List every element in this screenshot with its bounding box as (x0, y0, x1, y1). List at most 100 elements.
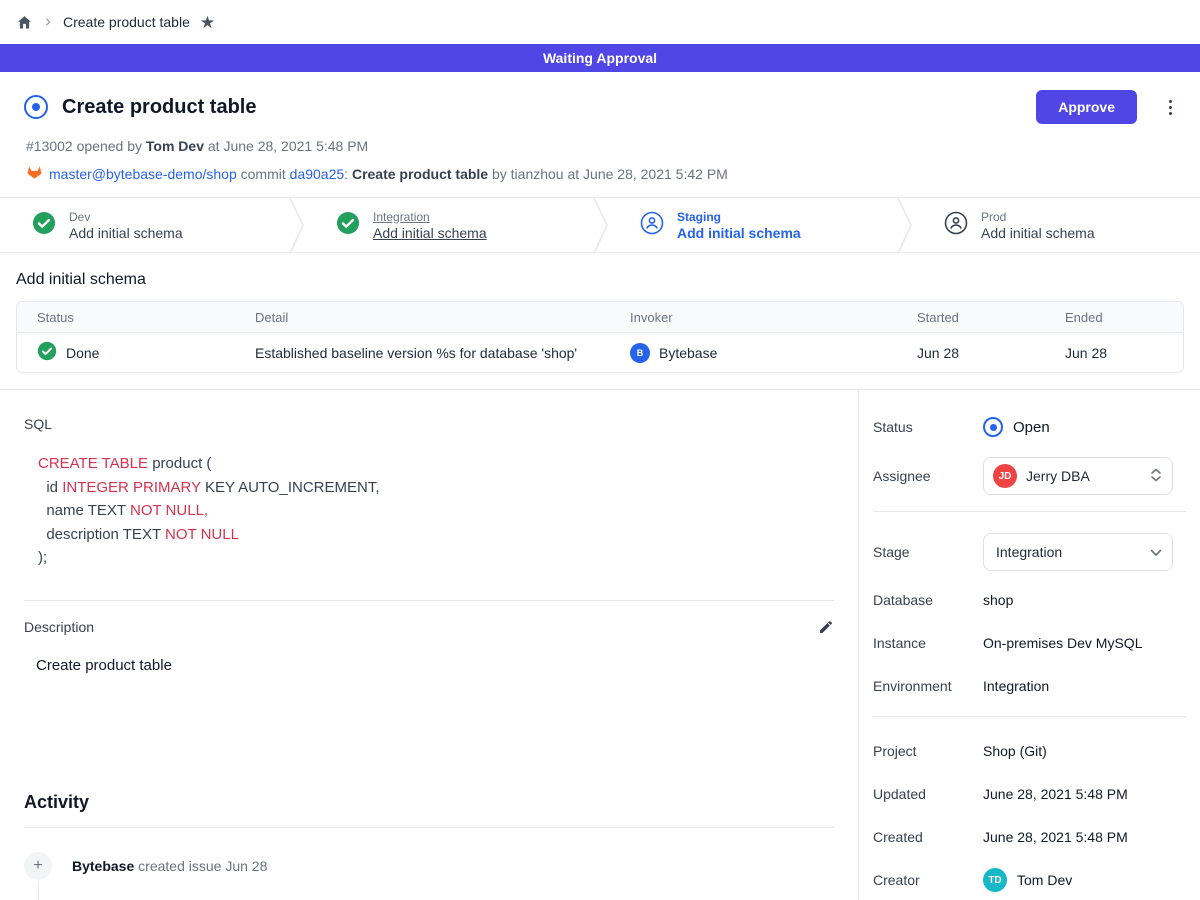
activity-heading: Activity (24, 792, 834, 813)
assignee-select[interactable]: JD Jerry DBA (983, 457, 1173, 495)
col-header-detail: Detail (235, 310, 610, 325)
breadcrumb: Create product table ★ (0, 0, 1200, 44)
edit-pencil-icon[interactable] (818, 619, 834, 635)
approve-button[interactable]: Approve (1036, 90, 1137, 124)
kebab-menu-icon[interactable] (1165, 96, 1176, 119)
stage-task-label: Add initial schema (677, 225, 801, 241)
status-value: Open (1013, 419, 1050, 436)
stage-value: Integration (993, 544, 1141, 560)
issue-meta-prefix: #13002 opened by (26, 138, 142, 154)
project-label: Project (873, 743, 983, 759)
commit-line: master@bytebase-demo/shop commit da90a25… (26, 164, 1176, 183)
plus-icon: + (24, 852, 52, 880)
task-section: Add initial schema Status Detail Invoker… (0, 253, 1200, 390)
assignee-label: Assignee (873, 468, 983, 484)
database-value[interactable]: shop (983, 592, 1186, 608)
approval-banner-text: Waiting Approval (543, 50, 657, 66)
issue-meta-suffix: at June 28, 2021 5:48 PM (208, 138, 368, 154)
stage-env-label: Staging (677, 210, 801, 224)
up-down-chevron-icon (1150, 468, 1162, 485)
pipeline-stage-prod[interactable]: Prod Add initial schema (914, 198, 1200, 252)
task-table: Status Detail Invoker Started Ended Done… (16, 301, 1184, 373)
commit-hash-link[interactable]: da90a25 (290, 166, 345, 182)
approval-banner: Waiting Approval (0, 44, 1200, 72)
main-content: SQL CREATE TABLE product ( id INTEGER PR… (0, 390, 858, 900)
stage-env-label: Prod (981, 210, 1095, 224)
status-open-radio-icon (983, 417, 1003, 437)
description-label: Description (24, 619, 94, 635)
pipeline-stage-integration[interactable]: Integration Add initial schema (306, 198, 592, 252)
home-icon[interactable] (16, 14, 33, 31)
col-header-invoker: Invoker (610, 310, 897, 325)
activity-author: Bytebase (72, 858, 134, 874)
stage-separator (288, 198, 306, 252)
task-invoker: Bytebase (659, 345, 717, 361)
issue-open-status-icon (24, 95, 48, 119)
creator-avatar: TD (983, 868, 1007, 892)
stage-task-label: Add initial schema (69, 225, 183, 241)
environment-value[interactable]: Integration (983, 678, 1186, 694)
updated-value: June 28, 2021 5:48 PM (983, 786, 1186, 802)
sidebar-divider (873, 716, 1186, 717)
section-divider (24, 600, 834, 601)
created-value: June 28, 2021 5:48 PM (983, 829, 1186, 845)
commit-suffix: by tianzhou at June 28, 2021 5:42 PM (492, 166, 728, 182)
stage-separator (896, 198, 914, 252)
issue-sidebar: Status Open Assignee JD Jerry DBA Stage … (858, 390, 1200, 900)
task-started: Jun 28 (897, 345, 1045, 361)
task-detail: Established baseline version %s for data… (235, 345, 610, 361)
activity-date: Jun 28 (225, 858, 267, 874)
task-section-heading: Add initial schema (16, 271, 1184, 289)
col-header-ended: Ended (1045, 310, 1183, 325)
stage-env-label: Dev (69, 210, 183, 224)
creator-label: Creator (873, 872, 983, 888)
sql-code-block: CREATE TABLE product ( id INTEGER PRIMAR… (38, 452, 834, 570)
sidebar-divider (873, 511, 1186, 512)
activity-divider (24, 827, 834, 828)
created-label: Created (873, 829, 983, 845)
pipeline-stage-staging[interactable]: Staging Add initial schema (610, 198, 896, 252)
issue-author: Tom Dev (146, 138, 204, 154)
commit-repo-link[interactable]: master@bytebase-demo/shop (49, 166, 237, 182)
task-status: Done (66, 345, 99, 361)
issue-header: Create product table Approve #13002 open… (0, 72, 1200, 197)
sql-label: SQL (24, 416, 834, 432)
creator-value: Tom Dev (1017, 872, 1072, 888)
breadcrumb-page-title[interactable]: Create product table (63, 14, 190, 30)
invoker-avatar: B (630, 343, 650, 363)
check-circle-icon (336, 211, 360, 240)
stage-label: Stage (873, 544, 983, 560)
chevron-down-icon (1150, 544, 1162, 560)
activity-action: created issue (138, 858, 221, 874)
pipeline-stage-dev[interactable]: Dev Add initial schema (0, 198, 288, 252)
stage-select[interactable]: Integration (983, 533, 1173, 571)
project-value[interactable]: Shop (Git) (983, 743, 1186, 759)
check-circle-icon (32, 211, 56, 240)
issue-title: Create product table (62, 96, 256, 119)
pipeline-stages: Dev Add initial schema Integration Add i… (0, 197, 1200, 253)
stage-env-label: Integration (373, 210, 487, 224)
pending-person-icon (944, 211, 968, 240)
instance-label: Instance (873, 635, 983, 651)
col-header-status: Status (17, 310, 235, 325)
assignee-avatar: JD (993, 464, 1017, 488)
issue-meta: #13002 opened by Tom Dev at June 28, 202… (26, 138, 1176, 154)
gitlab-icon (26, 164, 43, 183)
activity-item: + Bytebase created issue Jun 28 (24, 852, 834, 880)
task-ended: Jun 28 (1045, 345, 1183, 361)
pending-person-icon (640, 211, 664, 240)
table-row[interactable]: Done Established baseline version %s for… (17, 333, 1183, 372)
environment-label: Environment (873, 678, 983, 694)
timeline-line (38, 882, 39, 900)
chevron-right-icon (43, 14, 53, 31)
check-circle-icon (37, 341, 57, 364)
stage-task-label: Add initial schema (981, 225, 1095, 241)
commit-message: Create product table (352, 166, 488, 182)
updated-label: Updated (873, 786, 983, 802)
stage-task-label: Add initial schema (373, 225, 487, 241)
database-label: Database (873, 592, 983, 608)
assignee-value: Jerry DBA (1026, 468, 1141, 484)
description-text[interactable]: Create product table (36, 657, 834, 674)
instance-value[interactable]: On-premises Dev MySQL (983, 635, 1186, 651)
star-icon[interactable]: ★ (200, 14, 215, 31)
